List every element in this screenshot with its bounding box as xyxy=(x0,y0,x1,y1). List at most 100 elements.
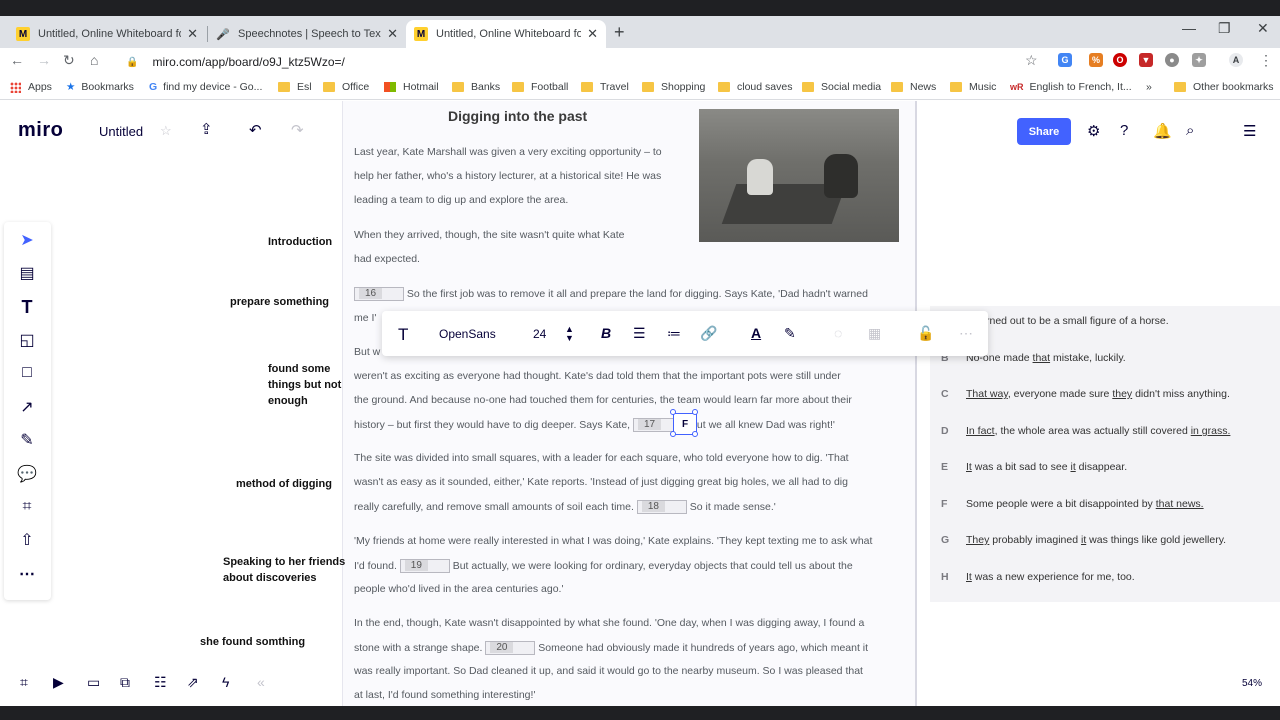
font-family-select[interactable]: OpenSans xyxy=(439,327,496,341)
list-icon[interactable]: ≔ xyxy=(667,325,681,342)
bookmark-bookmarks[interactable]: ★ Bookmarks xyxy=(66,81,134,93)
bookmark-find-my-device[interactable]: Gfind my device - Go... xyxy=(149,81,262,93)
text-type-icon[interactable]: T xyxy=(398,325,408,345)
collapse-icon[interactable]: « xyxy=(257,674,265,690)
close-icon[interactable]: ✕ xyxy=(587,26,598,42)
label-method-of-digging[interactable]: method of digging xyxy=(236,476,332,492)
more-bookmarks[interactable]: » xyxy=(1146,81,1152,93)
star-icon[interactable]: ☆ xyxy=(1025,52,1038,69)
extension-icon[interactable]: ● xyxy=(1165,53,1179,67)
resize-handle[interactable] xyxy=(692,431,698,437)
search-icon[interactable]: ⌕ xyxy=(1186,122,1194,139)
tab-miro-active[interactable]: M Untitled, Online Whiteboard for V ✕ xyxy=(406,20,606,48)
font-size-select[interactable]: 24 xyxy=(533,327,546,341)
tab-miro-1[interactable]: M Untitled, Online Whiteboard for V ✕ xyxy=(8,20,206,48)
screen-share-icon[interactable]: ⧉ xyxy=(120,674,130,691)
bold-icon[interactable]: B xyxy=(601,325,611,341)
star-icon: ★ xyxy=(66,81,76,93)
sticky-note-icon[interactable]: ◱ xyxy=(16,329,38,351)
minimize-icon[interactable]: — xyxy=(1182,20,1196,36)
board-name[interactable]: Untitled xyxy=(99,124,143,139)
cards-icon[interactable]: ☷ xyxy=(154,674,167,691)
zoom-level[interactable]: 54% xyxy=(1232,670,1272,696)
fill-pattern-icon[interactable]: ▦ xyxy=(868,325,881,342)
honey-extension-icon[interactable]: % xyxy=(1089,53,1103,67)
close-icon[interactable]: ✕ xyxy=(387,26,398,42)
size-stepper-icon[interactable]: ▲ ▼ xyxy=(565,325,574,343)
frames-icon[interactable]: ⌗ xyxy=(20,674,28,691)
miro-logo[interactable]: miro xyxy=(18,119,63,142)
bookmark-travel[interactable]: Travel xyxy=(581,81,629,93)
address-bar[interactable]: 🔒 miro.com/app/board/o9J_ktz5Wzo=/ xyxy=(116,50,1052,74)
puzzle-icon[interactable]: ✦ xyxy=(1192,53,1206,67)
bookmark-office[interactable]: Office xyxy=(323,81,369,93)
loading-icon[interactable]: ◌ xyxy=(834,325,842,341)
resize-handle[interactable] xyxy=(692,409,698,415)
bell-icon[interactable]: 🔔 xyxy=(1153,122,1172,140)
bookmark-hotmail[interactable]: Hotmail xyxy=(384,81,439,93)
shield-extension-icon[interactable]: ▼ xyxy=(1139,53,1153,67)
templates-icon[interactable]: ▤ xyxy=(16,262,38,284)
tab-speechnotes[interactable]: 🎤 Speechnotes | Speech to Text Onl ✕ xyxy=(208,20,406,48)
align-icon[interactable]: ☰ xyxy=(633,325,646,342)
maximize-icon[interactable]: ❐ xyxy=(1218,20,1231,37)
bookmark-news[interactable]: News xyxy=(891,81,936,93)
redo-icon[interactable]: ↷ xyxy=(291,121,304,139)
shape-icon[interactable]: □ xyxy=(16,362,38,384)
bookmark-banks[interactable]: Banks xyxy=(452,81,500,93)
profile-avatar[interactable]: A xyxy=(1229,53,1243,67)
select-cursor-icon[interactable]: ➤ xyxy=(16,229,38,251)
bookmark-cloud-saves[interactable]: cloud saves xyxy=(718,81,792,93)
opera-extension-icon[interactable]: O xyxy=(1113,53,1127,67)
translate-extension-icon[interactable]: G xyxy=(1058,53,1072,67)
label-she-found-something[interactable]: she found somthing xyxy=(200,634,305,650)
board-panel-icon[interactable]: ☰ xyxy=(1243,122,1256,140)
bookmark-apps[interactable]: Apps xyxy=(10,81,52,93)
text-tool-icon[interactable]: T xyxy=(16,296,38,318)
frame-icon[interactable]: ⌗ xyxy=(16,496,38,518)
bookmark-shopping[interactable]: Shopping xyxy=(642,81,705,93)
window-close-icon[interactable]: ✕ xyxy=(1257,20,1269,37)
chat-icon[interactable]: ▭ xyxy=(87,674,100,691)
highlight-icon[interactable]: ✎ xyxy=(784,325,796,342)
presentation-icon[interactable]: ▶ xyxy=(53,674,64,691)
star-board-icon[interactable]: ☆ xyxy=(160,123,172,139)
text-line: In the end, though, Kate wasn't disappoi… xyxy=(354,617,865,629)
label-introduction[interactable]: Introduction xyxy=(268,234,332,250)
upload-icon[interactable]: ⇧ xyxy=(16,529,38,551)
lock-object-icon[interactable]: 🔓 xyxy=(917,325,934,342)
link-icon[interactable]: 🔗 xyxy=(700,325,717,342)
comment-icon[interactable]: 💬 xyxy=(16,463,38,485)
bookmark-label: Music xyxy=(969,81,997,93)
lightning-icon[interactable]: ϟ xyxy=(222,674,229,690)
pen-icon[interactable]: ✎ xyxy=(16,429,38,451)
bookmark-esl[interactable]: Esl xyxy=(278,81,312,93)
back-icon[interactable]: ← xyxy=(10,52,24,68)
reload-icon[interactable]: ↻ xyxy=(63,52,75,69)
help-icon[interactable]: ? xyxy=(1120,122,1128,139)
forward-icon[interactable]: → xyxy=(37,52,51,68)
more-options-icon[interactable]: ⋯ xyxy=(959,325,973,342)
undo-icon[interactable]: ↶ xyxy=(249,121,262,139)
new-tab-button[interactable]: + xyxy=(614,22,625,43)
bookmark-music[interactable]: Music xyxy=(950,81,996,93)
share-out-icon[interactable]: ⇗ xyxy=(187,674,199,691)
bookmark-social-media[interactable]: Social media xyxy=(802,81,881,93)
label-speaking-to-friends[interactable]: Speaking to her friends about discoverie… xyxy=(223,554,353,586)
label-prepare-something[interactable]: prepare something xyxy=(230,294,329,310)
bookmark-football[interactable]: Football xyxy=(512,81,568,93)
text-color-icon[interactable]: A xyxy=(751,325,761,341)
resize-handle[interactable] xyxy=(670,431,676,437)
connection-line-icon[interactable]: ↗ xyxy=(16,396,38,418)
export-icon[interactable]: ⇪ xyxy=(200,120,213,138)
resize-handle[interactable] xyxy=(670,409,676,415)
label-found-some-things[interactable]: found some things but not enough xyxy=(268,361,350,409)
bookmark-other[interactable]: Other bookmarks xyxy=(1174,81,1274,93)
share-button[interactable]: Share xyxy=(1017,118,1071,145)
more-tools-icon[interactable]: ⋯ xyxy=(16,563,38,585)
menu-kebab-icon[interactable]: ⋮ xyxy=(1259,52,1273,69)
settings-sliders-icon[interactable]: ⚙ xyxy=(1087,122,1100,140)
bookmark-english-french[interactable]: wR English to French, It... xyxy=(1010,81,1132,93)
close-icon[interactable]: ✕ xyxy=(187,26,198,42)
home-icon[interactable]: ⌂ xyxy=(90,52,98,68)
